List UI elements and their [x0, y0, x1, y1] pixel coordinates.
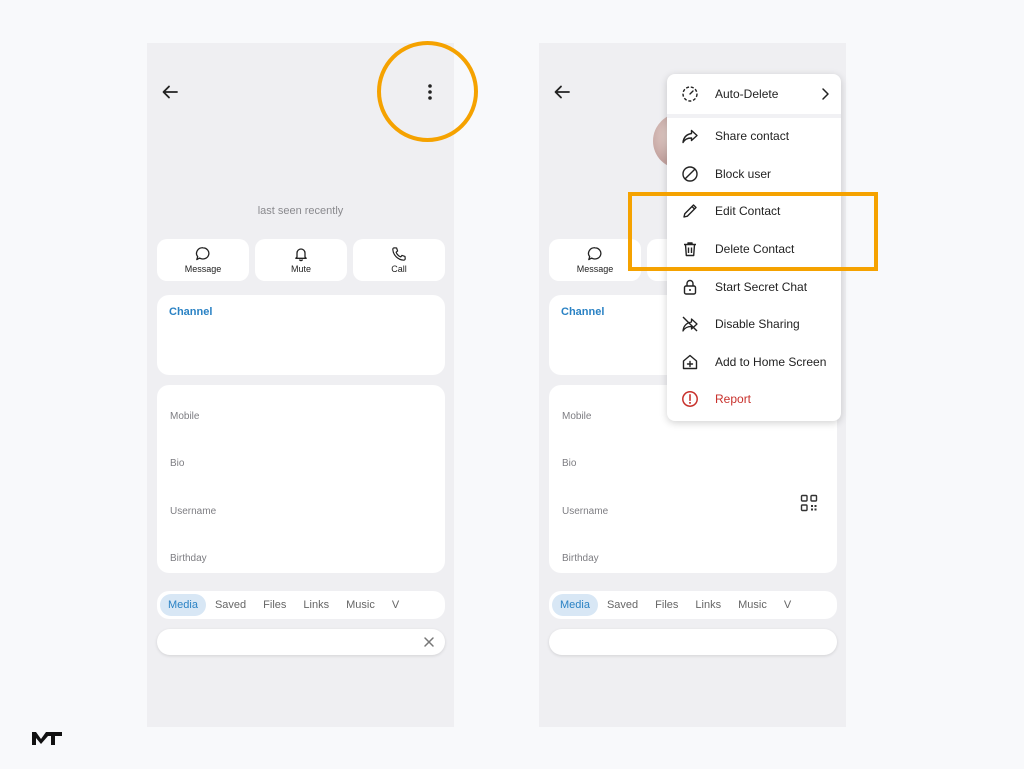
- bell-icon: [295, 248, 307, 262]
- chevron-right-icon: [822, 88, 829, 100]
- call-button-label: Call: [391, 264, 407, 274]
- tab-links[interactable]: Links: [687, 594, 729, 616]
- message-icon: [587, 247, 602, 261]
- menu-item-label: Auto-Delete: [715, 87, 779, 101]
- channel-card[interactable]: Channel: [157, 295, 445, 375]
- username-label[interactable]: Username: [562, 506, 608, 517]
- lock-icon: [683, 279, 697, 295]
- media-tabs: Media Saved Files Links Music V: [157, 591, 445, 619]
- birthday-label[interactable]: Birthday: [562, 553, 599, 564]
- channel-title: Channel: [561, 306, 605, 318]
- username-label[interactable]: Username: [170, 506, 216, 517]
- tab-music[interactable]: Music: [338, 594, 383, 616]
- profile-screen-left: last seen recently Message Mute Call Cha…: [147, 43, 454, 727]
- menu-item-block-user[interactable]: Block user: [667, 156, 841, 192]
- report-icon: [682, 391, 698, 407]
- channel-title: Channel: [169, 306, 213, 318]
- menu-item-label: Start Secret Chat: [715, 280, 808, 294]
- no-share-icon: [682, 316, 698, 332]
- call-button[interactable]: Call: [353, 239, 445, 281]
- tab-music[interactable]: Music: [730, 594, 775, 616]
- tab-saved[interactable]: Saved: [599, 594, 646, 616]
- message-button-label: Message: [576, 264, 614, 274]
- menu-item-label: Add to Home Screen: [715, 355, 827, 369]
- bio-label[interactable]: Bio: [170, 458, 184, 469]
- tab-voice[interactable]: V: [776, 594, 799, 616]
- media-tabs: Media Saved Files Links Music V: [549, 591, 837, 619]
- menu-item-label: Block user: [715, 167, 772, 181]
- tab-links[interactable]: Links: [295, 594, 337, 616]
- message-button-label: Message: [184, 264, 222, 274]
- birthday-label[interactable]: Birthday: [170, 553, 207, 564]
- menu-item-secret-chat[interactable]: Start Secret Chat: [667, 269, 841, 305]
- mobile-label[interactable]: Mobile: [170, 411, 199, 422]
- search-bar[interactable]: [549, 629, 837, 655]
- back-arrow-icon[interactable]: [553, 83, 571, 101]
- menu-item-share-contact[interactable]: Share contact: [667, 118, 841, 154]
- block-icon: [682, 166, 698, 182]
- close-icon[interactable]: [422, 635, 436, 649]
- menu-item-disable-sharing[interactable]: Disable Sharing: [667, 306, 841, 342]
- tab-saved[interactable]: Saved: [207, 594, 254, 616]
- message-icon: [195, 247, 210, 261]
- home-add-icon: [682, 354, 698, 370]
- bio-label[interactable]: Bio: [562, 458, 576, 469]
- mobile-label[interactable]: Mobile: [562, 411, 591, 422]
- qr-code-icon[interactable]: [800, 494, 818, 512]
- message-button[interactable]: Message: [157, 239, 249, 281]
- tab-voice[interactable]: V: [384, 594, 407, 616]
- tab-files[interactable]: Files: [647, 594, 686, 616]
- search-bar[interactable]: [157, 629, 445, 655]
- tab-media[interactable]: Media: [160, 594, 206, 616]
- menu-item-label: Share contact: [715, 129, 790, 143]
- highlight-circle: [377, 41, 478, 142]
- menu-item-report[interactable]: Report: [667, 381, 841, 417]
- back-arrow-icon[interactable]: [161, 83, 179, 101]
- mute-button[interactable]: Mute: [255, 239, 347, 281]
- menu-item-label: Report: [715, 392, 752, 406]
- timer-icon: [682, 86, 698, 102]
- menu-item-auto-delete[interactable]: Auto-Delete: [667, 76, 841, 112]
- brand-logo: [32, 732, 62, 745]
- mute-button-label: Mute: [290, 264, 311, 274]
- tab-media[interactable]: Media: [552, 594, 598, 616]
- tab-files[interactable]: Files: [255, 594, 294, 616]
- action-buttons: Message Mute Call: [157, 239, 445, 281]
- menu-item-add-home-screen[interactable]: Add to Home Screen: [667, 344, 841, 380]
- menu-item-label: Disable Sharing: [715, 317, 800, 331]
- last-seen-status: last seen recently: [257, 205, 344, 217]
- phone-icon: [392, 247, 406, 261]
- share-icon: [682, 129, 698, 144]
- contact-info-card: Mobile Bio Username Birthday: [157, 385, 445, 573]
- highlight-box: [628, 192, 878, 271]
